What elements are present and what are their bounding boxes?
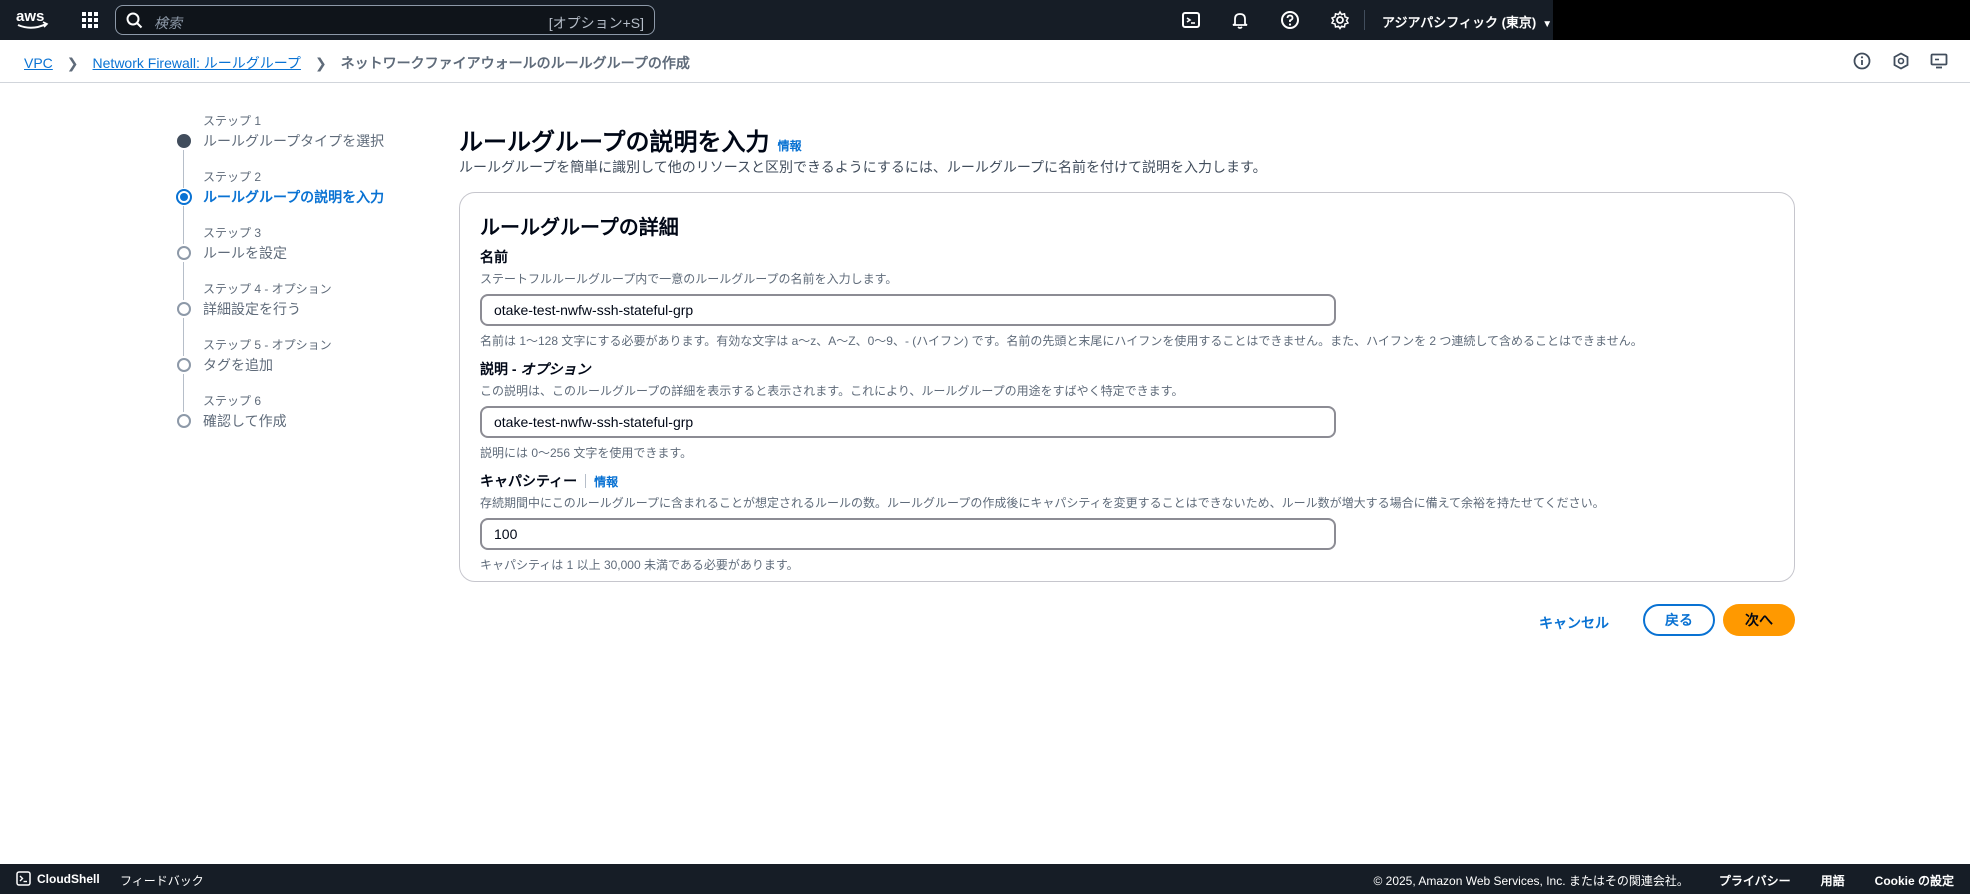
capacity-field: キャパシティー 情報 存続期間中にこのルールグループに含まれることが想定されるルー… (480, 471, 1760, 573)
step-number: ステップ 6 (203, 394, 262, 408)
notifications-bell-icon[interactable] (1230, 10, 1250, 30)
feedback-link[interactable]: フィードバック (120, 872, 204, 889)
capacity-description: 存続期間中にこのルールグループに含まれることが想定されるルールの数。ルールグルー… (480, 496, 1605, 510)
region-label: アジアパシフィック (東京) (1382, 15, 1537, 30)
info-panel-icon[interactable] (1853, 52, 1871, 70)
step-number: ステップ 2 (203, 170, 262, 184)
wizard-step-2[interactable]: ステップ 2 ルールグループの説明を入力 (175, 150, 405, 222)
caret-down-icon: ▼ (1542, 19, 1553, 30)
step-number: ステップ 4 - オプション (203, 282, 332, 296)
description-label-text: 説明 - (480, 361, 517, 377)
step-connector (183, 374, 184, 412)
breadcrumb-vpc[interactable]: VPC (24, 55, 53, 71)
nav-divider (1364, 10, 1365, 30)
svg-text:aws: aws (16, 8, 44, 25)
step-pending-icon (177, 302, 191, 316)
services-grid-icon[interactable] (80, 10, 100, 30)
wizard-step-1[interactable]: ステップ 1 ルールグループタイプを選択 (175, 110, 405, 166)
step-pending-icon (177, 246, 191, 260)
cloudshell-label: CloudShell (37, 871, 100, 886)
step-pending-icon (177, 358, 191, 372)
top-navigation: aws 検索 [オプション+S] アジアパシフィック (東京) ▼ (0, 0, 1970, 40)
step-number: ステップ 3 (203, 226, 262, 240)
back-button[interactable]: 戻る (1643, 604, 1715, 636)
copyright: © 2025, Amazon Web Services, Inc. またはその関… (1373, 874, 1689, 888)
feedback-screen-icon[interactable] (1930, 52, 1948, 70)
page-header: ルールグループの説明を入力 情報 (459, 122, 802, 157)
name-constraint: 名前は 1～128 文字にする必要があります。有効な文字は a～z、A～Z、0～… (480, 334, 1643, 348)
help-icon[interactable] (1280, 10, 1300, 30)
search-input[interactable]: 検索 [オプション+S] (115, 5, 655, 35)
step-number: ステップ 1 (203, 114, 262, 128)
capacity-input[interactable]: 100 (480, 518, 1336, 550)
step-title: ルールグループの説明を入力 (203, 189, 385, 205)
step-title: タグを追加 (203, 357, 273, 373)
capacity-info-link[interactable]: 情報 (594, 473, 618, 490)
name-description: ステートフルルールグループ内で一意のルールグループの名前を入力します。 (480, 272, 898, 286)
description-field: 説明 - オプション この説明は、このルールグループの詳細を表示すると表示されま… (480, 359, 1760, 461)
step-number: ステップ 5 - オプション (203, 338, 332, 352)
security-shield-icon[interactable] (1892, 52, 1910, 70)
panel-title: ルールグループの詳細 (480, 217, 679, 239)
breadcrumb-current: ネットワークファイアウォールのルールグループの作成 (340, 55, 690, 71)
wizard-step-6: ステップ 6 確認して作成 (175, 374, 405, 446)
step-title[interactable]: ルールグループタイプを選択 (203, 131, 384, 151)
privacy-link[interactable]: プライバシー (1719, 872, 1791, 889)
breadcrumb: VPC ❯ Network Firewall: ルールグループ ❯ ネットワーク… (24, 53, 690, 73)
page-description: ルールグループを簡単に識別して他のリソースと区別できるようにするには、ルールグル… (459, 159, 1267, 175)
page-title: ルールグループの説明を入力 (459, 129, 770, 156)
description-description: この説明は、このルールグループの詳細を表示すると表示されます。これにより、ルール… (480, 384, 1184, 398)
name-label: 名前 (480, 249, 508, 265)
cookie-settings-link[interactable]: Cookie の設定 (1875, 872, 1954, 889)
step-connector (183, 150, 184, 188)
top-navigation-bar: aws 検索 [オプション+S] アジアパシフィック (東京) ▼ (0, 0, 1553, 40)
capacity-label: キャパシティー 情報 (480, 471, 1760, 491)
rule-group-details-panel: ルールグループの詳細 名前 ステートフルルールグループ内で一意のルールグループの… (459, 192, 1795, 582)
description-label: 説明 - オプション (480, 359, 1760, 379)
wizard-step-5: ステップ 5 - オプション タグを追加 (175, 318, 405, 390)
breadcrumb-bar: VPC ❯ Network Firewall: ルールグループ ❯ ネットワーク… (0, 40, 1970, 83)
footer-links: © 2025, Amazon Web Services, Inc. またはその関… (1343, 872, 1954, 889)
cloudshell-button[interactable]: CloudShell (16, 871, 100, 886)
page-info-link[interactable]: 情報 (778, 137, 802, 154)
cancel-button[interactable]: キャンセル (1527, 607, 1621, 639)
wizard-step-3: ステップ 3 ルールを設定 (175, 206, 405, 278)
capacity-label-text: キャパシティー (480, 473, 578, 489)
chevron-right-icon: ❯ (66, 54, 79, 71)
cloudshell-icon (16, 871, 31, 886)
description-label-optional: オプション (520, 361, 591, 377)
description-constraint: 説明には 0～256 文字を使用できます。 (480, 446, 693, 460)
search-placeholder: 検索 (154, 15, 182, 31)
step-connector (183, 318, 184, 356)
name-field: 名前 ステートフルルールグループ内で一意のルールグループの名前を入力します。 o… (480, 247, 1760, 349)
terms-link[interactable]: 用語 (1821, 872, 1845, 889)
step-current-icon (176, 189, 192, 205)
step-complete-icon (177, 134, 191, 148)
aws-logo-icon[interactable]: aws (16, 8, 50, 32)
description-input[interactable]: otake-test-nwfw-ssh-stateful-grp (480, 406, 1336, 438)
wizard-step-4: ステップ 4 - オプション 詳細設定を行う (175, 262, 405, 334)
search-icon (126, 12, 143, 29)
label-divider (585, 474, 587, 488)
capacity-constraint: キャパシティは 1 以上 30,000 未満である必要があります。 (480, 558, 799, 572)
step-title: 確認して作成 (203, 413, 287, 429)
step-connector (183, 206, 184, 244)
step-connector (183, 262, 184, 300)
footer: CloudShell フィードバック © 2025, Amazon Web Se… (0, 864, 1970, 894)
wizard-steps: ステップ 1 ルールグループタイプを選択 ステップ 2 ルールグループの説明を入… (175, 110, 405, 446)
breadcrumb-rule-groups[interactable]: Network Firewall: ルールグループ (93, 53, 301, 73)
name-input[interactable]: otake-test-nwfw-ssh-stateful-grp (480, 294, 1336, 326)
chevron-right-icon: ❯ (314, 54, 327, 71)
cloudshell-icon[interactable] (1181, 10, 1201, 30)
region-selector[interactable]: アジアパシフィック (東京) ▼ (1382, 12, 1552, 31)
step-title: ルールを設定 (203, 245, 287, 261)
search-shortcut: [オプション+S] (548, 15, 644, 31)
settings-gear-icon[interactable] (1330, 10, 1350, 30)
step-title: 詳細設定を行う (203, 301, 301, 317)
step-pending-icon (177, 414, 191, 428)
next-button[interactable]: 次へ (1723, 604, 1795, 636)
